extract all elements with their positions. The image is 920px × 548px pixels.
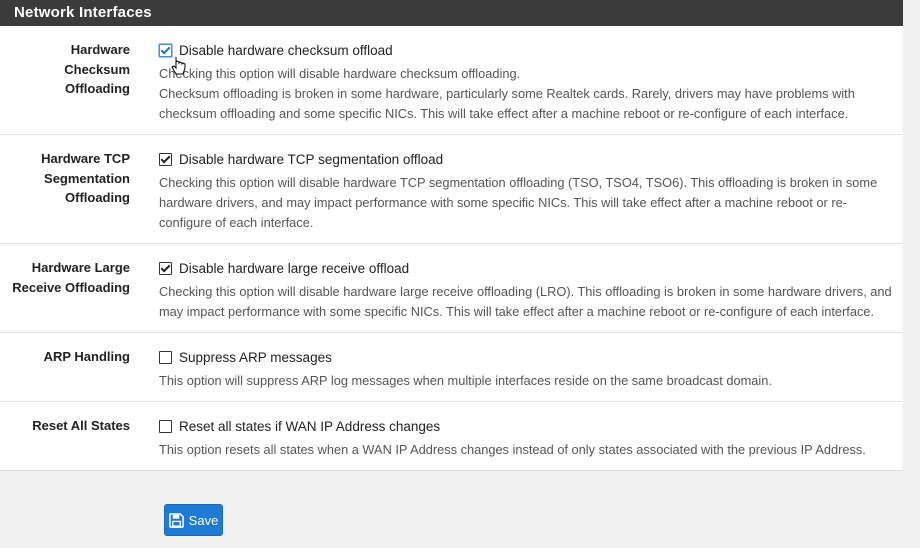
row-hardware-tcp-segmentation: Hardware TCP Segmentation Offloading Dis… [0,135,903,244]
tcp-segmentation-checkbox[interactable] [159,152,172,166]
suppress-arp-checkbox[interactable] [159,350,172,364]
row-label: ARP Handling [43,349,130,364]
checksum-offload-checkbox[interactable] [159,43,172,57]
save-button[interactable]: Save [164,504,223,536]
help-text: This option resets all states when a WAN… [159,442,866,457]
checksum-offload-label[interactable]: Disable hardware checksum offload [179,43,393,58]
help-text: This option will suppress ARP log messag… [159,373,772,388]
help-text: Checking this option will disable hardwa… [159,284,892,319]
save-icon [168,512,184,528]
row-label: Hardware TCP Segmentation Offloading [41,151,130,205]
reset-states-checkbox[interactable] [159,419,172,433]
row-hardware-large-receive: Hardware Large Receive Offloading Disabl… [0,244,903,333]
row-arp-handling: ARP Handling Suppress ARP messages This … [0,333,903,402]
mouse-pointer-icon [171,57,186,75]
help-text: Checking this option will disable hardwa… [159,175,878,230]
row-label: Reset All States [32,418,130,433]
row-hardware-checksum: Hardware Checksum Offloading Disable har… [0,26,903,135]
save-button-label: Save [188,512,219,528]
large-receive-label[interactable]: Disable hardware large receive offload [179,261,409,276]
row-label: Hardware Checksum Offloading [64,42,130,96]
row-reset-all-states: Reset All States Reset all states if WAN… [0,402,903,470]
suppress-arp-label[interactable]: Suppress ARP messages [179,350,332,365]
tcp-segmentation-label[interactable]: Disable hardware TCP segmentation offloa… [179,152,443,167]
reset-states-label[interactable]: Reset all states if WAN IP Address chang… [179,419,440,434]
panel-title: Network Interfaces [0,0,903,26]
row-label: Hardware Large Receive Offloading [12,260,130,295]
help-text: Checking this option will disable hardwa… [159,66,855,121]
large-receive-checkbox[interactable] [159,261,172,275]
network-interfaces-panel: Network Interfaces Hardware Checksum Off… [0,0,903,471]
